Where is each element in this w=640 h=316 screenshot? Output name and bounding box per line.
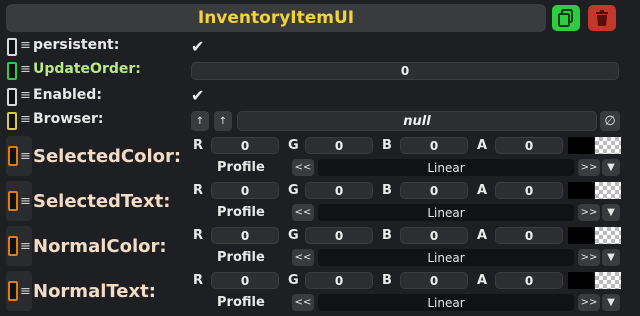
channel-label-a: A (477, 138, 488, 153)
profile-value[interactable]: Linear (318, 249, 574, 266)
profile-next-button[interactable]: >> (578, 294, 600, 311)
profile-next-button[interactable]: >> (578, 249, 600, 266)
color-swatch[interactable] (568, 272, 594, 289)
drag-handle[interactable] (7, 62, 17, 80)
menu-icon[interactable]: ≡ (20, 239, 31, 254)
prop-label: NormalText: (33, 281, 156, 302)
drag-handle[interactable] (8, 146, 18, 166)
profile-value[interactable]: Linear (318, 294, 574, 311)
channel-input-g[interactable]: 0 (305, 137, 373, 154)
browser-clear-button[interactable]: ∅ (600, 111, 620, 131)
channel-label-b: B (382, 228, 392, 243)
profile-prev-button[interactable]: << (292, 204, 314, 221)
prop-label-update-order: UpdateOrder: (33, 61, 141, 77)
menu-icon[interactable]: ≡ (20, 88, 31, 103)
alpha-swatch[interactable] (595, 227, 621, 244)
channel-label-a: A (477, 228, 488, 243)
copy-icon (558, 9, 573, 27)
prop-label: SelectedColor: (33, 146, 182, 167)
channel-label-r: R (193, 228, 204, 243)
channel-label-g: G (288, 228, 299, 243)
prop-label-enabled: Enabled: (33, 87, 102, 103)
copy-button[interactable] (552, 5, 580, 31)
profile-value[interactable]: Linear (318, 204, 574, 221)
channel-label-b: B (382, 138, 392, 153)
channel-input-a[interactable]: 0 (495, 272, 563, 289)
channel-label-r: R (193, 273, 204, 288)
menu-icon[interactable]: ≡ (20, 149, 31, 164)
drag-handle[interactable] (8, 191, 18, 211)
profile-prev-button[interactable]: << (292, 249, 314, 266)
drag-handle[interactable] (7, 88, 17, 106)
color-swatch[interactable] (568, 182, 594, 199)
channel-input-g[interactable]: 0 (305, 182, 373, 199)
channel-input-b[interactable]: 0 (400, 227, 468, 244)
channel-input-r[interactable]: 0 (211, 227, 279, 244)
channel-label-a: A (477, 273, 488, 288)
profile-prev-button[interactable]: << (292, 294, 314, 311)
channel-input-g[interactable]: 0 (305, 272, 373, 289)
drag-handle[interactable] (7, 112, 17, 130)
channel-label-b: B (382, 273, 392, 288)
component-title: InventoryItemUI (6, 4, 546, 32)
alpha-swatch[interactable] (595, 272, 621, 289)
profile-prev-button[interactable]: << (292, 159, 314, 176)
color-swatch[interactable] (568, 137, 594, 154)
profile-label: Profile (217, 295, 265, 310)
channel-input-r[interactable]: 0 (211, 182, 279, 199)
channel-label-g: G (288, 183, 299, 198)
prop-label: NormalColor: (33, 236, 167, 257)
profile-value[interactable]: Linear (318, 159, 574, 176)
menu-icon[interactable]: ≡ (20, 38, 31, 53)
prop-label-browser: Browser: (33, 111, 104, 127)
color-swatch[interactable] (568, 227, 594, 244)
alpha-swatch[interactable] (595, 137, 621, 154)
channel-input-b[interactable]: 0 (400, 137, 468, 154)
menu-icon[interactable]: ≡ (20, 194, 31, 209)
menu-icon[interactable]: ≡ (20, 112, 31, 127)
profile-label: Profile (217, 250, 265, 265)
browser-value-field[interactable]: null (237, 111, 597, 131)
browser-goto-button[interactable]: ↑ (191, 111, 209, 131)
profile-label: Profile (217, 160, 265, 175)
profile-next-button[interactable]: >> (578, 159, 600, 176)
profile-label: Profile (217, 205, 265, 220)
menu-icon[interactable]: ≡ (20, 62, 31, 77)
update-order-input[interactable]: 0 (191, 62, 619, 80)
channel-label-b: B (382, 183, 392, 198)
drag-handle[interactable] (8, 281, 18, 301)
channel-label-g: G (288, 138, 299, 153)
prop-label: SelectedText: (33, 191, 171, 212)
trash-icon (596, 10, 608, 26)
channel-label-a: A (477, 183, 488, 198)
chevron-down-icon[interactable]: ▼ (602, 294, 620, 311)
profile-next-button[interactable]: >> (578, 204, 600, 221)
alpha-swatch[interactable] (595, 182, 621, 199)
delete-button[interactable] (588, 5, 616, 31)
channel-input-a[interactable]: 0 (495, 182, 563, 199)
drag-handle[interactable] (7, 38, 17, 56)
channel-input-r[interactable]: 0 (211, 272, 279, 289)
prop-label-persistent: persistent: (33, 37, 120, 53)
channel-input-b[interactable]: 0 (400, 272, 468, 289)
channel-label-r: R (193, 138, 204, 153)
channel-label-g: G (288, 273, 299, 288)
channel-input-b[interactable]: 0 (400, 182, 468, 199)
drag-handle[interactable] (8, 236, 18, 256)
persistent-checkbox[interactable]: ✔ (191, 37, 204, 56)
channel-input-a[interactable]: 0 (495, 137, 563, 154)
chevron-down-icon[interactable]: ▼ (602, 204, 620, 221)
channel-input-g[interactable]: 0 (305, 227, 373, 244)
menu-icon[interactable]: ≡ (20, 284, 31, 299)
chevron-down-icon[interactable]: ▼ (602, 249, 620, 266)
channel-input-r[interactable]: 0 (211, 137, 279, 154)
channel-input-a[interactable]: 0 (495, 227, 563, 244)
channel-label-r: R (193, 183, 204, 198)
browser-up-button[interactable]: ↑ (214, 111, 232, 131)
chevron-down-icon[interactable]: ▼ (602, 159, 620, 176)
enabled-checkbox[interactable]: ✔ (191, 86, 204, 105)
